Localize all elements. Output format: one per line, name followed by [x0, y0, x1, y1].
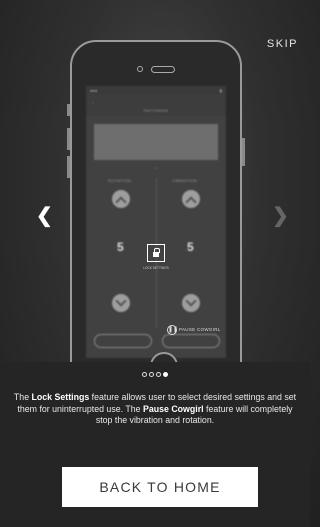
rotation-label: ROTATION [108, 178, 132, 183]
phone-side-button [67, 156, 70, 178]
phone-side-button [67, 104, 70, 116]
phone-side-button [67, 128, 70, 150]
chevron-right-icon[interactable]: ❯ [272, 206, 289, 226]
phone-mockup: ●●● ▮ ‹ PATTERNS — ROTATION VIBRATION 5 5 [67, 40, 245, 390]
phone-side-button [242, 138, 245, 166]
vibration-up-icon [182, 190, 200, 208]
phone-screen-preview: ●●● ▮ ‹ PATTERNS — ROTATION VIBRATION 5 5 [86, 86, 226, 358]
vibration-down-icon [182, 294, 200, 312]
skip-button[interactable]: SKIP [267, 38, 298, 50]
chevron-left-icon[interactable]: ❮ [36, 206, 53, 226]
rotation-up-icon [112, 190, 130, 208]
pause-icon: ❚❚ [167, 325, 179, 335]
status-bar: ●●● ▮ [86, 86, 226, 94]
vibration-value: 5 [187, 240, 194, 254]
rotation-down-icon [112, 294, 130, 312]
change-pattern-pill [94, 334, 152, 348]
screen-footer [86, 330, 226, 350]
lock-icon [147, 244, 165, 262]
screen-header: ‹ PATTERNS [86, 94, 226, 116]
pause-cowgirl-label: PAUSE COWGIRL [179, 327, 221, 332]
back-icon: ‹ [92, 100, 94, 105]
pattern-display [94, 124, 218, 160]
page-dot[interactable] [142, 372, 147, 377]
screen-title: PATTERNS [143, 108, 169, 113]
page-dot[interactable] [149, 372, 154, 377]
lock-settings-label: LOCK SETTINGS [143, 266, 169, 270]
page-dot-active[interactable] [163, 372, 168, 377]
back-to-home-button[interactable]: BACK TO HOME [62, 467, 258, 507]
page-indicator [0, 372, 310, 377]
camera-icon [137, 66, 143, 72]
page-dot[interactable] [156, 372, 161, 377]
pause-pill [162, 334, 220, 348]
rotation-value: 5 [117, 240, 124, 254]
vibration-label: VIBRATION [172, 178, 197, 183]
speaker-icon [151, 66, 175, 73]
feature-description: The Lock Settings feature allows user to… [13, 392, 297, 425]
